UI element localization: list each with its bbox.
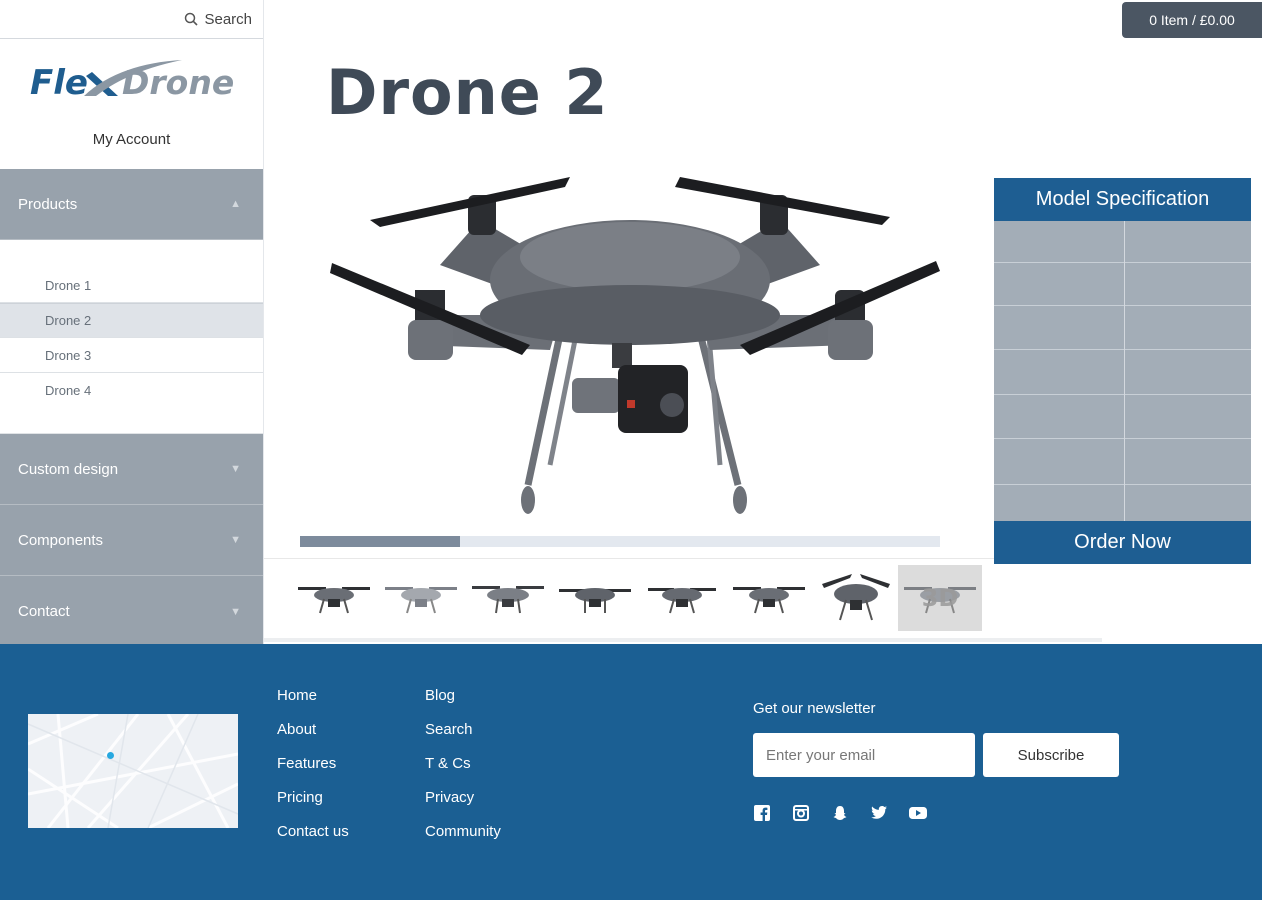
thumbnail[interactable] <box>292 565 376 631</box>
product-main-image[interactable] <box>300 165 960 530</box>
footer: Home About Features Pricing Contact us B… <box>0 644 1262 900</box>
logo-text-part2: Drone <box>122 63 234 102</box>
footer-link-features[interactable]: Features <box>277 754 349 788</box>
footer-link-terms[interactable]: T & Cs <box>425 754 501 788</box>
footer-link-privacy[interactable]: Privacy <box>425 788 501 822</box>
thumbnail[interactable] <box>553 565 637 631</box>
subnav-item-drone-1[interactable]: Drone 1 <box>0 268 263 303</box>
cart-button[interactable]: 0 Item / £0.00 <box>1122 2 1262 38</box>
subnav-item-drone-3[interactable]: Drone 3 <box>0 338 263 373</box>
footer-link-contact-us[interactable]: Contact us <box>277 822 349 856</box>
facebook-icon[interactable] <box>753 804 771 822</box>
image-progress-bar[interactable] <box>300 536 940 547</box>
social-links <box>753 804 927 822</box>
chevron-up-icon: ▲ <box>230 198 241 210</box>
nav-contact-label: Contact <box>18 603 70 620</box>
thumbnail[interactable] <box>466 565 550 631</box>
chevron-down-icon: ▼ <box>230 463 241 475</box>
thumbnail-3d[interactable]: 3D <box>898 565 982 631</box>
nav-custom-design[interactable]: Custom design ▼ <box>0 434 263 505</box>
map-streets-graphic <box>28 714 238 828</box>
thumbnail-strip: 3D <box>264 558 1102 642</box>
table-row <box>994 221 1251 263</box>
table-row <box>994 395 1251 439</box>
logo-text-part1: Fle <box>30 63 88 103</box>
newsletter-label: Get our newsletter <box>753 700 876 717</box>
nav-products[interactable]: Products ▲ <box>0 169 263 240</box>
location-map[interactable] <box>28 714 238 828</box>
twitter-icon[interactable] <box>870 804 888 822</box>
page-title: Drone 2 <box>326 56 609 129</box>
location-pin-icon <box>107 752 114 759</box>
model-specification-panel: Model Specification Order Now <box>994 178 1251 564</box>
nav-contact[interactable]: Contact ▼ <box>0 576 263 647</box>
footer-links-primary: Home About Features Pricing Contact us <box>277 686 349 856</box>
flexdrone-logo[interactable]: Fle Drone <box>0 39 263 119</box>
footer-link-blog[interactable]: Blog <box>425 686 501 720</box>
subnav-item-drone-2[interactable]: Drone 2 <box>0 303 263 338</box>
table-row <box>994 306 1251 350</box>
thumbnail[interactable] <box>727 565 811 631</box>
instagram-icon[interactable] <box>792 804 810 822</box>
drone-image <box>330 177 940 514</box>
table-row <box>994 350 1251 395</box>
3d-view-icon: 3D <box>921 584 959 612</box>
snapchat-icon[interactable] <box>831 804 849 822</box>
thumbnail[interactable] <box>814 565 898 631</box>
nav-custom-design-label: Custom design <box>18 460 119 478</box>
products-submenu: Drone 1 Drone 2 Drone 3 Drone 4 <box>0 240 263 434</box>
thumbnail[interactable] <box>640 565 724 631</box>
footer-links-secondary: Blog Search T & Cs Privacy Community <box>425 686 501 856</box>
chevron-down-icon: ▼ <box>230 534 241 546</box>
table-row <box>994 263 1251 306</box>
image-progress-fill <box>300 536 460 547</box>
spec-table <box>994 221 1251 521</box>
search-link[interactable]: Search <box>0 0 263 39</box>
spec-column-divider <box>1124 221 1125 521</box>
footer-link-pricing[interactable]: Pricing <box>277 788 349 822</box>
search-icon <box>185 12 199 26</box>
subnav-item-drone-4[interactable]: Drone 4 <box>0 373 263 408</box>
nav-components-label: Components <box>18 531 104 549</box>
spec-header: Model Specification <box>994 178 1251 221</box>
table-row <box>994 439 1251 485</box>
footer-link-home[interactable]: Home <box>277 686 349 720</box>
footer-link-about[interactable]: About <box>277 720 349 754</box>
my-account-link[interactable]: My Account <box>0 119 263 169</box>
order-now-button[interactable]: Order Now <box>994 521 1251 564</box>
nav-components[interactable]: Components ▼ <box>0 505 263 576</box>
sidebar: Search Fle Drone My Account Products ▲ D… <box>0 0 264 647</box>
search-label: Search <box>204 10 252 28</box>
youtube-icon[interactable] <box>909 804 927 822</box>
footer-link-community[interactable]: Community <box>425 822 501 856</box>
thumbnail[interactable] <box>379 565 463 631</box>
nav-products-label: Products <box>18 195 78 213</box>
chevron-down-icon: ▼ <box>230 605 241 618</box>
table-row <box>994 485 1251 521</box>
email-input[interactable] <box>753 733 975 777</box>
subscribe-button[interactable]: Subscribe <box>983 733 1119 777</box>
footer-link-search[interactable]: Search <box>425 720 501 754</box>
